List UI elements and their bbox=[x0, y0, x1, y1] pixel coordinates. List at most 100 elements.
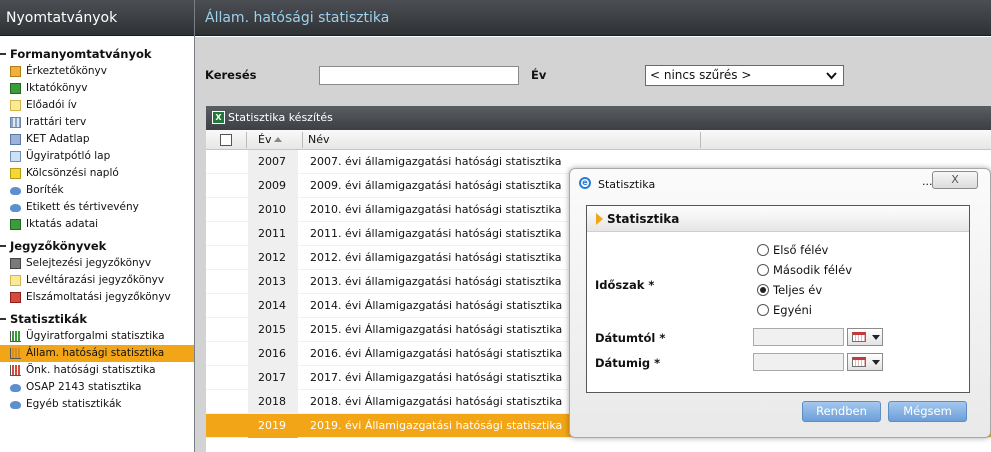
cell-name: 2010. évi államigazgatási hatósági stati… bbox=[310, 203, 562, 216]
statistics-form-panel: Statisztika Időszak * Első félév Második… bbox=[586, 205, 970, 393]
select-all-checkbox[interactable] bbox=[220, 134, 232, 146]
sidebar-item-egyeb[interactable]: Egyéb statisztikák bbox=[0, 396, 194, 413]
dialog-titlebar[interactable]: e Statisztika ... X bbox=[570, 169, 990, 197]
sidebar-item-iktatas-adatai[interactable]: Iktatás adatai bbox=[0, 216, 194, 233]
cell-name: 2018. évi Államigazgatási hatósági stati… bbox=[310, 395, 563, 408]
collapse-icon[interactable] bbox=[0, 245, 6, 247]
book-icon bbox=[10, 66, 21, 77]
cell-year: 2010 bbox=[248, 198, 298, 222]
column-header-year[interactable]: Év bbox=[258, 133, 271, 146]
sidebar-item-ket[interactable]: KET Adatlap bbox=[0, 131, 194, 148]
sidebar-item-ugyiratforgalmi[interactable]: Ügyiratforgalmi statisztika bbox=[0, 328, 194, 345]
page-title: Állam. hatósági statisztika bbox=[195, 0, 991, 36]
sidebar-item-irattari[interactable]: Irattári terv bbox=[0, 114, 194, 131]
envelope-icon bbox=[10, 204, 21, 212]
browser-icon: e bbox=[579, 177, 591, 189]
chart-icon bbox=[10, 331, 21, 342]
panel-header: Statisztika bbox=[587, 206, 969, 232]
note-icon bbox=[10, 100, 21, 111]
chart-icon bbox=[10, 365, 21, 376]
sidebar-section-header[interactable]: Statisztikák bbox=[0, 310, 194, 328]
sidebar-item-kolcsonzesi[interactable]: Kölcsönzési napló bbox=[0, 165, 194, 182]
chevron-down-icon bbox=[826, 72, 837, 80]
doc-icon bbox=[10, 258, 21, 269]
cell-year: 2017 bbox=[248, 366, 298, 390]
sidebar-item-allam-hatosagi[interactable]: Állam. hatósági statisztika bbox=[0, 345, 194, 362]
ok-button[interactable]: Rendben bbox=[802, 401, 881, 422]
search-input[interactable] bbox=[319, 66, 519, 85]
sidebar-item-iktato[interactable]: Iktatókönyv bbox=[0, 80, 194, 97]
page-icon bbox=[10, 151, 21, 162]
date-to-label: Dátumig * bbox=[595, 356, 661, 370]
chevron-down-icon bbox=[872, 360, 880, 365]
calendar-icon bbox=[852, 357, 866, 367]
year-filter-select[interactable]: < nincs szűrés > bbox=[645, 65, 844, 86]
radio-circle[interactable] bbox=[757, 304, 769, 316]
calendar-icon bbox=[852, 332, 866, 342]
grid-icon bbox=[10, 117, 21, 128]
radio-circle[interactable] bbox=[757, 264, 769, 276]
column-divider[interactable] bbox=[302, 132, 303, 148]
cell-year: 2019 bbox=[248, 414, 298, 438]
chevron-down-icon bbox=[872, 335, 880, 340]
date-to-input[interactable] bbox=[753, 353, 844, 371]
sidebar-item-boritek[interactable]: Boríték bbox=[0, 182, 194, 199]
check-icon bbox=[10, 219, 21, 230]
radio-circle[interactable] bbox=[757, 284, 769, 296]
statistics-dialog: e Statisztika ... X Statisztika Időszak … bbox=[569, 168, 991, 438]
sidebar-section-header[interactable]: Formanyomtatványok bbox=[0, 45, 194, 63]
cell-name: 2016. évi Államigazgatási hatósági stati… bbox=[310, 347, 563, 360]
sidebar-item-eloadoi[interactable]: Előadói ív bbox=[0, 97, 194, 114]
cell-name: 2007. évi államigazgatási hatósági stati… bbox=[310, 155, 562, 168]
column-header-name[interactable]: Név bbox=[308, 133, 330, 146]
cell-name: 2013. évi államigazgatási hatósági stati… bbox=[310, 275, 562, 288]
create-statistics-button[interactable]: X Statisztika készítés bbox=[206, 106, 991, 130]
create-statistics-label: Statisztika készítés bbox=[228, 111, 333, 124]
sidebar-item-ugyiratpotlo[interactable]: Ügyiratpótló lap bbox=[0, 148, 194, 165]
cell-name: 2019. évi Államigazgatási hatósági stati… bbox=[310, 419, 563, 432]
note-icon bbox=[10, 275, 21, 286]
cell-year: 2016 bbox=[248, 342, 298, 366]
search-label: Keresés bbox=[205, 68, 257, 82]
sidebar-item-etikett[interactable]: Etikett és tértivevény bbox=[0, 199, 194, 216]
envelope-icon bbox=[10, 187, 21, 195]
collapse-icon[interactable] bbox=[0, 318, 6, 320]
radio-first-half[interactable]: Első félév bbox=[757, 242, 828, 258]
cancel-button[interactable]: Mégsem bbox=[888, 401, 967, 422]
close-button[interactable]: X bbox=[932, 171, 978, 189]
cell-name: 2009. évi államigazgatási hatósági stati… bbox=[310, 179, 562, 192]
envelope-icon bbox=[10, 401, 21, 409]
check-icon bbox=[10, 83, 21, 94]
radio-custom[interactable]: Egyéni bbox=[757, 302, 812, 318]
column-divider[interactable] bbox=[700, 132, 701, 148]
sidebar-section-forms: Formanyomtatványok Érkeztetőkönyv Iktató… bbox=[0, 45, 194, 233]
sidebar-item-selejtezesi[interactable]: Selejtezési jegyzőkönyv bbox=[0, 255, 194, 272]
radio-full-year[interactable]: Teljes év bbox=[757, 282, 822, 298]
dialog-title: Statisztika bbox=[598, 178, 656, 191]
radio-circle[interactable] bbox=[757, 244, 769, 256]
doc-red-icon bbox=[10, 292, 21, 303]
cell-year: 2018 bbox=[248, 390, 298, 414]
column-divider[interactable] bbox=[246, 132, 247, 148]
grid-header: Év Név bbox=[206, 130, 991, 150]
sidebar-item-elszamoltatasi[interactable]: Elszámoltatási jegyzőkönyv bbox=[0, 289, 194, 306]
date-to-picker-button[interactable] bbox=[847, 353, 883, 371]
dialog-title-ellipsis: ... bbox=[922, 175, 933, 188]
arrow-right-icon bbox=[596, 213, 603, 225]
sidebar-section-header[interactable]: Jegyzőkönyvek bbox=[0, 237, 194, 255]
sidebar-item-onk-hatosagi[interactable]: Önk. hatósági statisztika bbox=[0, 362, 194, 379]
year-label: Év bbox=[531, 68, 547, 82]
radio-second-half[interactable]: Második félév bbox=[757, 262, 852, 278]
envelope-icon bbox=[10, 384, 21, 392]
sidebar-item-leveltarazasi[interactable]: Levéltárazási jegyzőkönyv bbox=[0, 272, 194, 289]
period-label: Időszak * bbox=[595, 278, 655, 292]
cell-year: 2007 bbox=[248, 150, 298, 174]
date-from-input[interactable] bbox=[753, 328, 844, 346]
date-from-label: Dátumtól * bbox=[595, 331, 666, 345]
cell-name: 2011. évi államigazgatási hatósági stati… bbox=[310, 227, 562, 240]
date-from-picker-button[interactable] bbox=[847, 328, 883, 346]
collapse-icon[interactable] bbox=[0, 53, 6, 55]
sidebar-item-osap[interactable]: OSAP 2143 statisztika bbox=[0, 379, 194, 396]
sidebar-item-erkezteto[interactable]: Érkeztetőkönyv bbox=[0, 63, 194, 80]
sidebar-section-statistics: Statisztikák Ügyiratforgalmi statisztika… bbox=[0, 310, 194, 413]
